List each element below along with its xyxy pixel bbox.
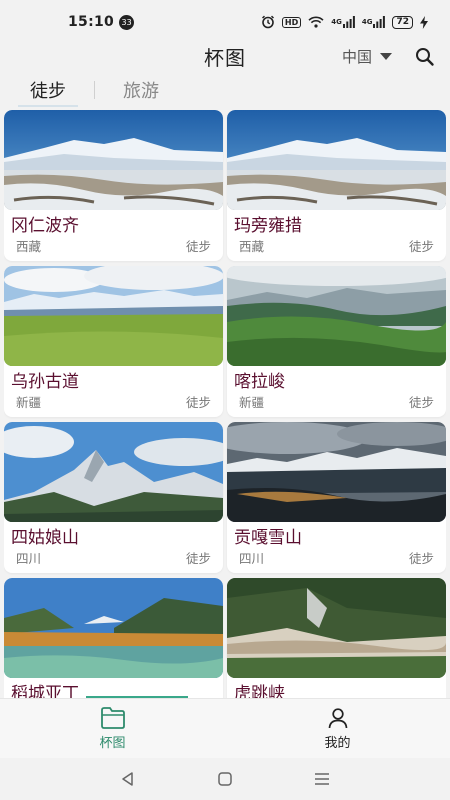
user-icon <box>328 707 347 728</box>
card-title: 玛旁雍措 <box>234 216 302 236</box>
signal-icon-1: 4G <box>331 16 355 28</box>
destination-card[interactable]: 虎跳峡 <box>227 578 446 698</box>
search-button[interactable] <box>414 46 436 68</box>
page-title: 杯图 <box>204 45 246 70</box>
folder-icon <box>100 706 125 729</box>
destination-card[interactable]: 稻城亚丁 <box>4 578 223 698</box>
snow-plateau-photo <box>227 110 446 210</box>
tab-travel[interactable]: 旅游 <box>123 72 159 108</box>
destination-card[interactable]: 乌孙古道 新疆 徒步 <box>4 266 223 417</box>
home-icon[interactable] <box>217 771 233 787</box>
destination-card[interactable]: 喀拉峻 新疆 徒步 <box>227 266 446 417</box>
card-region: 四川 <box>239 551 265 566</box>
signal-icon-2: 4G <box>362 16 386 28</box>
card-title: 乌孙古道 <box>11 372 79 392</box>
destination-card[interactable]: 四姑娘山 四川 徒步 <box>4 422 223 573</box>
nav-home[interactable]: 杯图 <box>0 699 225 758</box>
card-title: 冈仁波齐 <box>11 216 79 236</box>
card-title: 四姑娘山 <box>11 528 79 548</box>
card-title: 喀拉峻 <box>234 372 285 392</box>
region-dropdown[interactable]: 中国 <box>342 46 392 67</box>
nav-profile[interactable]: 我的 <box>225 699 450 758</box>
nav-home-label: 杯图 <box>99 735 126 751</box>
grassland-photo <box>4 266 223 366</box>
card-title: 虎跳峡 <box>234 684 285 698</box>
card-category: 徒步 <box>185 551 211 566</box>
status-time: 15:10 <box>68 14 115 30</box>
snow-peak-photo <box>4 422 223 522</box>
back-icon[interactable] <box>120 771 136 787</box>
tab-divider <box>94 81 95 99</box>
card-category: 徒步 <box>408 551 434 566</box>
card-category: 徒步 <box>185 239 211 254</box>
alarm-icon <box>261 15 275 29</box>
green-hills-photo <box>227 266 446 366</box>
chevron-down-icon <box>380 53 392 60</box>
gorge-photo <box>227 578 446 678</box>
tab-hiking[interactable]: 徒步 <box>18 72 78 108</box>
bottom-nav: 杯图 我的 <box>0 698 450 758</box>
card-title: 贡嘎雪山 <box>234 528 302 548</box>
card-category: 徒步 <box>408 395 434 410</box>
category-tabs: 徒步 旅游 <box>0 72 450 108</box>
card-region: 西藏 <box>239 239 265 254</box>
card-category: 徒步 <box>408 239 434 254</box>
notification-badge: 33 <box>119 14 135 30</box>
card-region: 新疆 <box>239 395 265 410</box>
snow-plateau-photo <box>4 110 223 210</box>
search-icon <box>416 48 434 66</box>
charging-icon <box>420 15 428 29</box>
card-title: 稻城亚丁 <box>11 684 79 698</box>
menu-icon[interactable] <box>314 771 330 787</box>
lake-valley-photo <box>4 578 223 678</box>
card-region: 西藏 <box>16 239 42 254</box>
card-region: 新疆 <box>16 395 42 410</box>
card-region: 四川 <box>16 551 42 566</box>
wifi-icon <box>308 16 324 28</box>
destination-card[interactable]: 冈仁波齐 西藏 徒步 <box>4 110 223 261</box>
system-nav-bar <box>0 758 450 800</box>
destination-card[interactable]: 贡嘎雪山 四川 徒步 <box>227 422 446 573</box>
region-label: 中国 <box>341 48 372 66</box>
battery-indicator: 72 <box>392 15 413 29</box>
destination-grid: 冈仁波齐 西藏 徒步 玛旁雍措 西藏 徒步 乌孙古道 新疆 徒步 喀拉峻 新疆 … <box>4 110 446 698</box>
nav-profile-label: 我的 <box>324 735 351 751</box>
card-category: 徒步 <box>185 395 211 410</box>
app-bar: 杯图 中国 <box>0 38 450 74</box>
status-icons: HD 4G 4G 72 <box>261 15 428 29</box>
mountain-range-photo <box>227 422 446 522</box>
hd-icon: HD <box>281 16 302 28</box>
destination-card[interactable]: 玛旁雍措 西藏 徒步 <box>227 110 446 261</box>
